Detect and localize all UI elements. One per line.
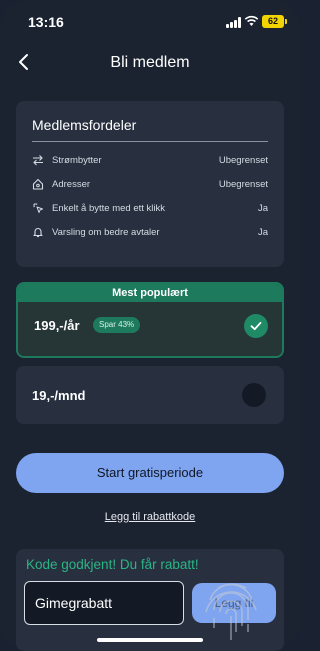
benefit-row-strombytter: Strømbytter Ubegrenset	[32, 148, 268, 172]
benefit-row-varsling: Varsling om bedre avtaler Ja	[32, 220, 268, 244]
benefit-label: Adresser	[52, 178, 91, 190]
battery-icon: 62	[262, 15, 284, 28]
sparkle-click-icon	[33, 203, 43, 213]
benefit-label: Enkelt å bytte med ett klikk	[52, 202, 165, 214]
page-title: Bli medlem	[110, 54, 190, 71]
benefit-value: Ja	[257, 202, 268, 214]
radio-unselected-icon	[242, 383, 266, 407]
check-icon	[244, 314, 268, 338]
benefit-value: Ja	[257, 226, 268, 238]
app-screen: 13:16 62 Bli medlem Medlemsfordeler Strø…	[0, 0, 300, 651]
plan-price-monthly: 19,-/mnd	[32, 388, 86, 403]
battery-tip	[285, 19, 287, 24]
plan-option-monthly[interactable]: 19,-/mnd	[16, 366, 284, 424]
benefit-value: Ubegrenset	[218, 178, 268, 190]
promo-success-message: Kode godkjent! Du får rabatt!	[26, 557, 199, 572]
signal-icon	[226, 17, 242, 28]
benefit-row-enkelt-bytte: Enkelt å bytte med ett klikk Ja	[32, 196, 268, 220]
swap-arrows-icon	[33, 155, 43, 166]
touch-indicator-icon	[205, 583, 257, 640]
benefits-title: Medlemsfordeler	[32, 117, 137, 133]
plan-yearly-body: 199,-/år Spar 43%	[18, 302, 282, 356]
nav-bar: Bli medlem	[0, 44, 300, 84]
status-bar: 13:16 62	[0, 0, 300, 44]
benefits-card: Medlemsfordeler Strømbytter Ubegrenset A…	[16, 101, 284, 267]
plan-option-yearly[interactable]: Mest populært 199,-/år Spar 43%	[16, 282, 284, 358]
benefit-row-adresser: Adresser Ubegrenset	[32, 172, 268, 196]
divider	[32, 141, 268, 142]
promo-code-input[interactable]	[24, 581, 184, 625]
popular-banner: Mest populært	[18, 284, 282, 302]
bell-icon	[33, 228, 43, 238]
start-trial-button[interactable]: Start gratisperiode	[16, 453, 284, 493]
plan-price-yearly: 199,-/år	[34, 318, 80, 333]
status-time: 13:16	[28, 14, 64, 30]
wifi-icon	[244, 15, 259, 26]
house-icon	[32, 178, 44, 190]
benefit-label: Varsling om bedre avtaler	[52, 226, 160, 238]
save-badge: Spar 43%	[93, 317, 141, 333]
home-indicator[interactable]	[97, 638, 203, 642]
benefit-value: Ubegrenset	[218, 154, 268, 166]
add-discount-code-link[interactable]: Legg til rabattkode	[0, 511, 300, 523]
benefit-label: Strømbytter	[52, 154, 102, 166]
